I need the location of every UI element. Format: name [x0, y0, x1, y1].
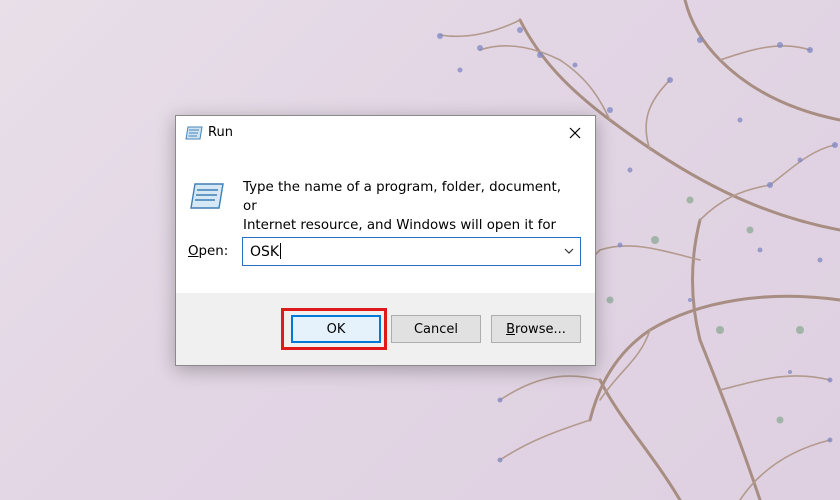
button-bar: OK Cancel Browse... [176, 293, 595, 365]
run-icon [185, 126, 203, 140]
open-input[interactable]: OSK [250, 243, 282, 260]
open-label-accesskey: O [188, 244, 199, 259]
open-label: Open: [188, 244, 228, 259]
ok-button[interactable]: OK [291, 315, 381, 343]
run-dialog: Run Type the name of a program, folder, … [175, 115, 596, 366]
open-input-value: OSK [250, 244, 280, 260]
browse-accesskey: B [506, 321, 516, 337]
close-button[interactable] [555, 116, 595, 150]
title-bar[interactable]: Run [176, 116, 595, 150]
open-combobox[interactable]: OSK [242, 237, 581, 266]
cancel-button[interactable]: Cancel [391, 315, 481, 343]
run-icon [190, 183, 224, 209]
chevron-down-icon[interactable] [562, 244, 576, 258]
close-icon [569, 127, 581, 139]
browse-button[interactable]: Browse... [491, 315, 581, 343]
description-line-1: Type the name of a program, folder, docu… [243, 180, 561, 214]
text-cursor [280, 243, 282, 259]
browse-label: rowse... [515, 321, 566, 337]
dialog-title: Run [208, 125, 233, 140]
open-label-text: pen: [198, 244, 229, 259]
